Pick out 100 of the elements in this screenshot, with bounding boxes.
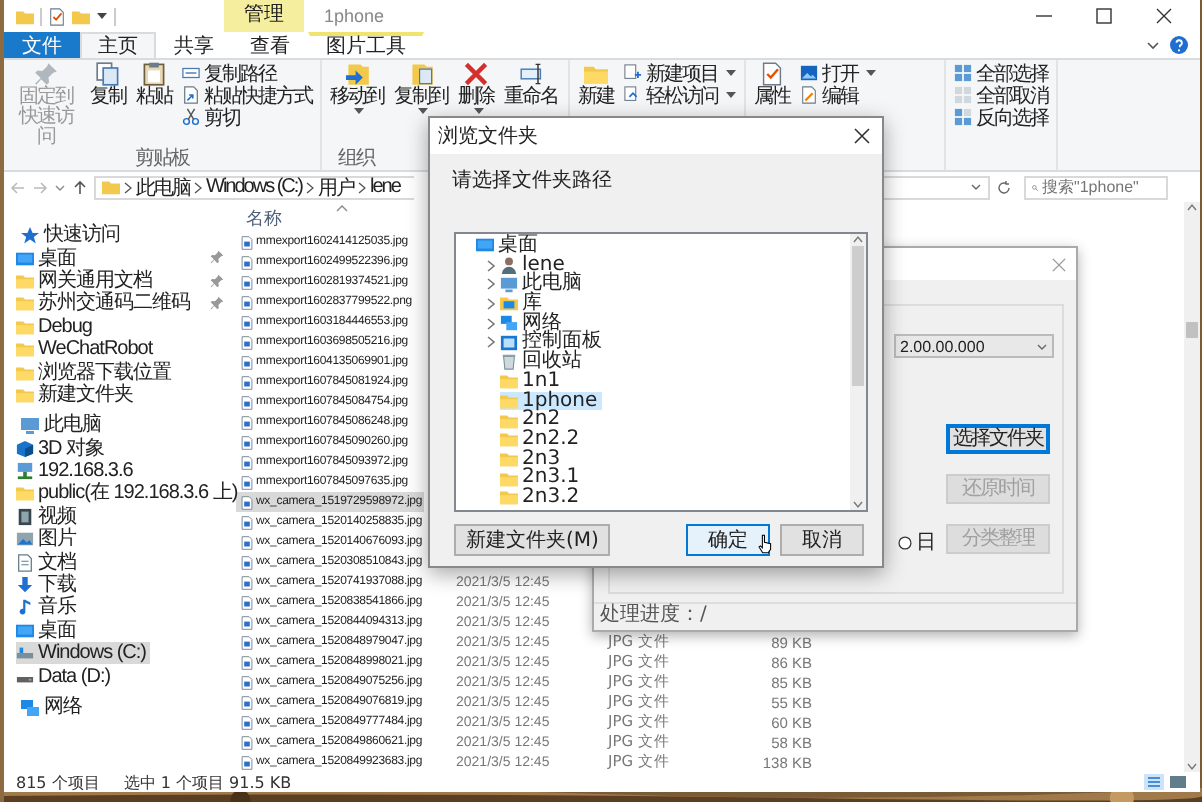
caret-icon[interactable] xyxy=(1146,38,1160,52)
sidebar-item[interactable]: 网关通用文档 xyxy=(16,269,188,293)
scroll-up-icon[interactable] xyxy=(1186,202,1198,212)
ribbon-button[interactable]: 粘贴 xyxy=(132,62,176,108)
ribbon-tab[interactable]: 查看 xyxy=(232,32,308,58)
ribbon-tab[interactable]: 共享 xyxy=(156,32,232,58)
thumbnail-view-icon[interactable] xyxy=(1168,774,1188,790)
sidebar-item[interactable]: 新建文件夹 xyxy=(16,383,137,407)
ribbon-button[interactable]: 剪切 xyxy=(178,106,316,128)
ribbon-button[interactable]: 复制 xyxy=(86,62,130,108)
tree-item[interactable]: 2n2 xyxy=(456,410,565,430)
image-file-icon xyxy=(240,635,254,649)
scroll-up-icon[interactable] xyxy=(852,234,864,244)
maximize-icon[interactable] xyxy=(1096,8,1112,24)
scroll-down-icon[interactable] xyxy=(1186,762,1198,772)
tree-item[interactable]: 2n2.2 xyxy=(456,429,584,450)
ribbon-tab[interactable]: 主页 xyxy=(80,32,156,58)
sidebar-item[interactable]: 此电脑 xyxy=(20,414,105,438)
music-icon xyxy=(16,598,34,617)
breadcrumb[interactable]: Windows (C:) xyxy=(206,176,303,198)
radio-button[interactable] xyxy=(898,535,912,549)
tree-item[interactable]: 2n3.1 xyxy=(456,468,584,488)
caret-icon[interactable] xyxy=(96,10,108,22)
close-icon[interactable] xyxy=(854,128,870,144)
sidebar-item[interactable]: 3D 对象 xyxy=(16,437,109,460)
close-icon[interactable] xyxy=(1156,8,1172,24)
cube-icon xyxy=(16,439,34,458)
network-computer-icon xyxy=(16,462,34,481)
sidebar-item[interactable]: 音乐 xyxy=(16,596,80,620)
tree-item[interactable]: 库 xyxy=(456,294,546,314)
ribbon-button[interactable]: 轻松访问 xyxy=(620,84,740,106)
column-header[interactable]: 名称 xyxy=(246,204,406,232)
tree-item[interactable]: 2n3.2 xyxy=(456,487,584,508)
address-bar[interactable]: 此电脑 Windows (C:) 用户 lene xyxy=(94,175,414,199)
folder-icon xyxy=(500,488,518,507)
ribbon-button[interactable]: 粘贴快捷方式 xyxy=(178,84,316,106)
folder-icon xyxy=(500,411,518,430)
sidebar-item[interactable]: 网络 xyxy=(20,695,86,719)
tree-item[interactable]: 桌面 xyxy=(456,236,542,256)
sidebar-item[interactable]: public(在 192.168.3.6 上) xyxy=(16,482,242,506)
scrollbar[interactable] xyxy=(850,234,866,510)
sidebar-item[interactable]: 文档 xyxy=(16,550,80,574)
breadcrumb[interactable]: 用户 xyxy=(318,173,355,201)
ribbon-button[interactable]: 全部取消 xyxy=(950,84,1052,106)
sidebar-item[interactable]: 桌面 xyxy=(16,619,80,643)
sidebar-item[interactable]: 图片 xyxy=(16,528,80,551)
ribbon-button[interactable]: 复制路径 xyxy=(178,62,316,84)
details-view-icon[interactable] xyxy=(1144,774,1164,790)
up-arrow-icon[interactable] xyxy=(72,179,88,195)
version-dropdown[interactable]: 2.00.00.000 xyxy=(894,334,1054,358)
move-icon xyxy=(345,62,369,86)
search-field[interactable]: 搜索"1phone" xyxy=(1024,175,1168,199)
breadcrumb[interactable]: lene xyxy=(370,176,400,198)
ribbon-button[interactable]: 全部选择 xyxy=(950,62,1052,84)
sidebar-item[interactable]: WeChatRobot xyxy=(16,337,157,361)
sidebar-item[interactable]: 快速访问 xyxy=(20,224,124,247)
image-file-icon xyxy=(240,595,254,609)
refresh-icon[interactable] xyxy=(996,179,1012,195)
ribbon-button[interactable]: 属性 xyxy=(750,62,794,108)
sidebar-item[interactable]: 浏览器下载位置 xyxy=(16,360,175,384)
sidebar-item[interactable]: 下载 xyxy=(16,573,80,597)
drive-icon xyxy=(16,644,34,663)
sidebar-item[interactable]: 192.168.3.6 xyxy=(16,459,137,483)
sidebar-item[interactable]: 桌面 xyxy=(16,246,112,270)
tree-item[interactable]: 1n1 xyxy=(456,371,565,391)
sidebar-item[interactable]: 视频 xyxy=(16,505,80,529)
action-button[interactable]: 选择文件夹 xyxy=(946,424,1050,454)
dialog-button[interactable]: 取消 xyxy=(780,524,864,556)
ribbon-button[interactable]: 反向选择 xyxy=(950,106,1052,128)
ribbon-button[interactable]: 复制到 xyxy=(390,62,452,114)
tree-item[interactable]: 2n3 xyxy=(456,449,565,469)
ribbon-button[interactable]: 打开 xyxy=(796,62,880,84)
ribbon-button[interactable]: 删除 xyxy=(454,62,498,114)
folder-icon xyxy=(500,391,518,410)
sidebar-item[interactable]: 苏州交通码二维码 xyxy=(16,292,226,316)
scrollbar[interactable] xyxy=(1184,202,1200,772)
tree-item[interactable]: 回收站 xyxy=(456,352,586,372)
dialog-button[interactable]: 确定 xyxy=(686,524,770,556)
ribbon-button[interactable]: 新建项目 xyxy=(620,62,740,84)
ribbon-tab[interactable]: 文件 xyxy=(4,32,80,58)
properties-icon[interactable] xyxy=(48,7,66,25)
caret-icon xyxy=(418,108,428,114)
group-label: 组织 xyxy=(338,148,374,170)
ribbon-button[interactable]: 编辑 xyxy=(796,84,880,106)
item-count: 815 个项目 xyxy=(16,771,100,793)
breadcrumb[interactable]: 此电脑 xyxy=(136,173,190,201)
help-icon[interactable] xyxy=(1170,36,1188,54)
image-file-icon xyxy=(240,395,254,409)
ribbon-button[interactable]: 移动到 xyxy=(326,62,388,114)
sidebar-item[interactable]: Windows (C:) xyxy=(16,642,151,665)
tree-item[interactable]: 网络 xyxy=(456,313,566,333)
ribbon-button[interactable]: 重命名 xyxy=(500,62,562,108)
film-icon xyxy=(16,507,34,526)
dialog-button[interactable]: 新建文件夹(M) xyxy=(454,524,611,556)
edit-icon xyxy=(800,86,818,104)
ribbon-button[interactable]: 新建 xyxy=(574,62,618,108)
scroll-down-icon[interactable] xyxy=(852,500,864,510)
sidebar-item[interactable]: Debug xyxy=(16,315,96,338)
sidebar-item[interactable]: Data (D:) xyxy=(16,664,115,688)
folder-tree[interactable]: 桌面 lene 此电脑 库 网络 控制面板 回收站 1n1 1phone 2n2 2n2.2 2n3 2n3.1 2n3.2 xyxy=(454,232,868,512)
